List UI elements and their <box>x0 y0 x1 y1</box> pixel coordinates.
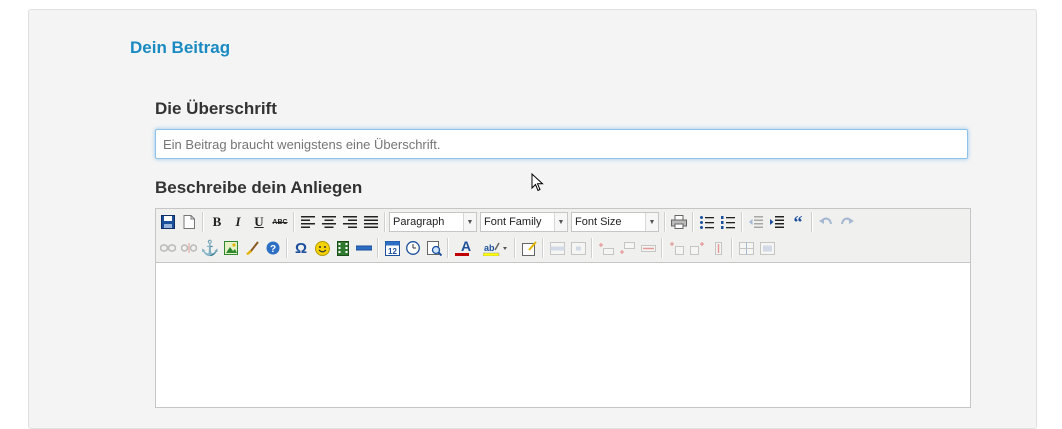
section-title: Dein Beitrag <box>130 38 231 57</box>
description-label: Beschreibe dein Anliegen <box>155 178 363 197</box>
help-icon[interactable]: ? <box>263 238 283 258</box>
toolbar-separator <box>286 238 288 258</box>
text-color-glyph: A <box>460 238 472 254</box>
chevron-down-icon: ▼ <box>645 213 658 231</box>
numbered-list-icon[interactable] <box>718 212 738 232</box>
toolbar-separator <box>664 212 666 232</box>
image-icon[interactable] <box>221 238 241 258</box>
save-icon[interactable] <box>158 212 178 232</box>
background-color-icon[interactable]: ab <box>481 238 511 258</box>
toolbar-separator <box>542 238 544 258</box>
bullet-list-icon[interactable] <box>697 212 717 232</box>
chevron-down-icon: ▼ <box>463 213 476 231</box>
toolbar-row-2: ⚓ ? Ω 12 A ab <box>158 236 778 260</box>
editor-toolbar: B I U ABC Paragraph ▼ Font Family ▼ Font… <box>156 209 970 263</box>
blockquote-icon[interactable]: “ <box>788 212 808 232</box>
split-cells-icon[interactable] <box>736 238 756 258</box>
special-char-icon[interactable]: Ω <box>291 238 311 258</box>
bold-icon[interactable]: B <box>207 212 227 232</box>
font-family-select[interactable]: Font Family ▼ <box>480 212 568 232</box>
strikethrough-icon[interactable]: ABC <box>270 212 290 232</box>
emoticon-icon[interactable] <box>312 238 332 258</box>
align-left-icon[interactable] <box>298 212 318 232</box>
print-icon[interactable] <box>669 212 689 232</box>
media-icon[interactable] <box>333 238 353 258</box>
toolbar-separator <box>514 238 516 258</box>
toolbar-separator <box>692 212 694 232</box>
preview-icon[interactable] <box>424 238 444 258</box>
table-row-props-icon[interactable] <box>547 238 567 258</box>
format-select-value: Paragraph <box>393 216 445 228</box>
redo-icon[interactable] <box>837 212 857 232</box>
toolbar-separator <box>293 212 295 232</box>
svg-text:?: ? <box>270 244 276 255</box>
text-color-swatch <box>455 253 469 256</box>
align-justify-icon[interactable] <box>361 212 381 232</box>
insert-col-after-icon[interactable] <box>687 238 707 258</box>
toolbar-separator <box>384 212 386 232</box>
font-size-select-value: Font Size <box>575 216 622 228</box>
toolbar-separator <box>202 212 204 232</box>
cleanup-icon[interactable] <box>242 238 262 258</box>
outdent-icon[interactable] <box>746 212 766 232</box>
insert-row-after-icon[interactable] <box>617 238 637 258</box>
rich-text-editor: B I U ABC Paragraph ▼ Font Family ▼ Font… <box>155 208 971 408</box>
horizontal-rule-icon[interactable] <box>354 238 374 258</box>
font-size-select[interactable]: Font Size ▼ <box>571 212 659 232</box>
toolbar-separator <box>811 212 813 232</box>
new-document-icon[interactable] <box>179 212 199 232</box>
mouse-cursor-icon <box>531 172 545 198</box>
title-input[interactable] <box>155 129 968 159</box>
toolbar-separator <box>377 238 379 258</box>
align-center-icon[interactable] <box>319 212 339 232</box>
insert-date-icon[interactable]: 12 <box>382 238 402 258</box>
format-select[interactable]: Paragraph ▼ <box>389 212 477 232</box>
title-label: Die Überschrift <box>155 99 277 118</box>
font-family-select-value: Font Family <box>484 216 542 228</box>
svg-text:ab: ab <box>484 243 495 253</box>
insert-col-before-icon[interactable] <box>666 238 686 258</box>
underline-icon[interactable]: U <box>249 212 269 232</box>
editor-content-area[interactable] <box>156 263 970 403</box>
toolbar-separator <box>741 212 743 232</box>
anchor-icon[interactable]: ⚓ <box>200 238 220 258</box>
svg-text:12: 12 <box>388 247 397 256</box>
delete-row-icon[interactable] <box>638 238 658 258</box>
align-right-icon[interactable] <box>340 212 360 232</box>
undo-icon[interactable] <box>816 212 836 232</box>
toolbar-row-1: B I U ABC Paragraph ▼ Font Family ▼ Font… <box>158 210 858 234</box>
toolbar-separator <box>661 238 663 258</box>
delete-col-icon[interactable] <box>708 238 728 258</box>
italic-icon[interactable]: I <box>228 212 248 232</box>
unlink-icon[interactable] <box>179 238 199 258</box>
toolbar-separator <box>591 238 593 258</box>
edit-source-icon[interactable] <box>519 238 539 258</box>
chevron-down-icon: ▼ <box>554 213 567 231</box>
indent-icon[interactable] <box>767 212 787 232</box>
toolbar-separator <box>447 238 449 258</box>
link-icon[interactable] <box>158 238 178 258</box>
table-cell-props-icon[interactable] <box>568 238 588 258</box>
text-color-icon[interactable]: A <box>452 238 480 258</box>
insert-row-before-icon[interactable] <box>596 238 616 258</box>
merge-cells-icon[interactable] <box>757 238 777 258</box>
toolbar-separator <box>731 238 733 258</box>
insert-time-icon[interactable] <box>403 238 423 258</box>
